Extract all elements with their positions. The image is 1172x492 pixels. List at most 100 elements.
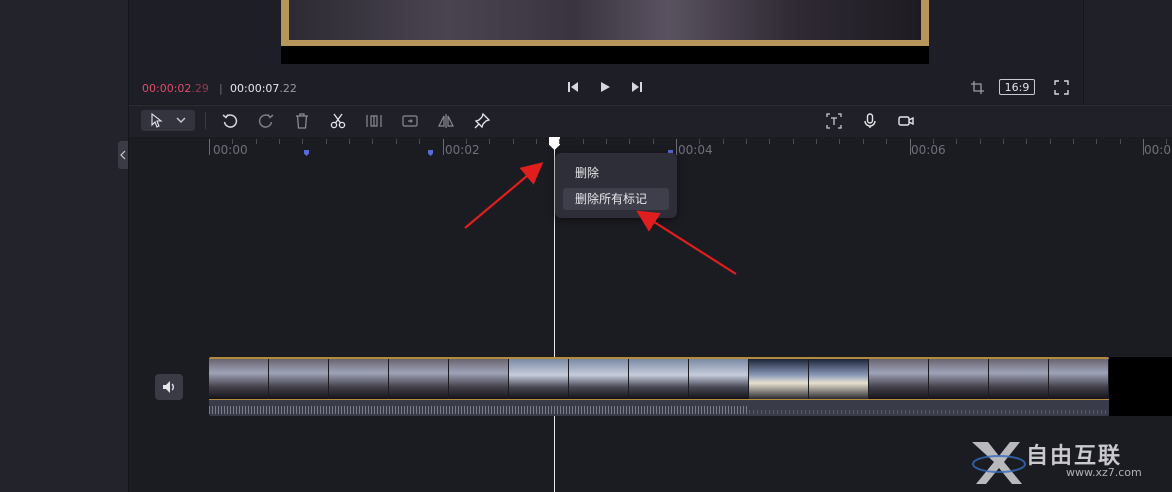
select-tool-dropdown[interactable] — [141, 110, 195, 131]
video-preview — [281, 0, 929, 64]
track-audio-button[interactable] — [155, 374, 183, 400]
clip-frame — [569, 359, 629, 399]
current-time-frac: .29 — [191, 82, 209, 95]
scissors-icon[interactable] — [329, 112, 347, 130]
text-recognition-icon[interactable] — [825, 112, 843, 130]
ruler-tick — [816, 139, 817, 144]
ruler-tick — [1003, 139, 1004, 144]
clip-frame — [749, 359, 809, 399]
play-icon[interactable] — [598, 80, 612, 94]
ruler-tick — [1073, 139, 1074, 144]
crop-icon[interactable] — [970, 80, 985, 95]
ruler-tick — [1096, 139, 1097, 144]
menu-item-delete-all-markers[interactable]: 删除所有标记 — [563, 188, 669, 210]
ruler-tick — [209, 139, 210, 155]
ruler-tick — [396, 139, 397, 144]
clip-frame — [989, 359, 1049, 399]
clip-frame — [869, 359, 929, 399]
split-icon[interactable] — [365, 112, 383, 130]
ruler-tick — [793, 139, 794, 144]
clip-frame — [1049, 359, 1109, 399]
clip-frame — [929, 359, 989, 399]
ruler-tick — [933, 139, 934, 144]
mirror-icon[interactable] — [437, 112, 455, 130]
ruler-tick — [1026, 139, 1027, 144]
ruler-tick — [746, 139, 747, 144]
current-time: 00:00:02.29 — [142, 82, 209, 95]
ruler-tick — [886, 139, 887, 144]
audio-waveform — [209, 400, 1109, 416]
ruler-label: 00:00 — [213, 143, 248, 157]
video-clip[interactable] — [209, 357, 1109, 416]
fullscreen-icon[interactable] — [1054, 80, 1069, 95]
skip-back-icon[interactable] — [566, 80, 580, 94]
ruler-tick — [536, 139, 537, 144]
ruler-tick — [910, 139, 911, 155]
marker-pin-icon[interactable] — [473, 112, 491, 130]
ruler-label: 00:02 — [445, 143, 480, 157]
total-time-main: 00:00:07 — [230, 82, 280, 95]
ruler-tick — [256, 139, 257, 144]
ruler-tick — [349, 139, 350, 144]
ruler-label: 00:08 — [1144, 143, 1172, 157]
total-time: 00:00:07.22 — [230, 82, 297, 95]
ruler-tick — [769, 139, 770, 144]
clip-frame — [329, 359, 389, 399]
ruler-tick — [1120, 139, 1121, 144]
ruler-tick — [232, 139, 233, 144]
ruler-label: 00:04 — [678, 143, 713, 157]
clip-frame — [269, 359, 329, 399]
clip-frame — [509, 359, 569, 399]
clip-frame — [389, 359, 449, 399]
menu-item-delete[interactable]: 删除 — [563, 162, 669, 184]
camera-record-icon[interactable] — [897, 112, 915, 130]
ruler-tick — [723, 139, 724, 144]
ruler-tick — [606, 139, 607, 144]
ruler-label: 00:06 — [911, 143, 946, 157]
undo-icon[interactable] — [221, 112, 239, 130]
current-time-main: 00:00:02 — [142, 82, 192, 95]
ruler-tick — [372, 139, 373, 144]
ruler-tick — [956, 139, 957, 144]
video-frame-border — [921, 0, 929, 46]
aspect-ratio-button[interactable]: 16:9 — [999, 79, 1035, 95]
left-panel — [0, 0, 129, 492]
toolbar-divider — [205, 112, 206, 129]
microphone-icon[interactable] — [861, 112, 879, 130]
clip-frame — [689, 359, 749, 399]
clip-thumbnails — [209, 357, 1109, 400]
watermark-url: www.xz7.com — [1066, 466, 1142, 479]
speaker-icon — [163, 381, 174, 393]
watermark-logo — [972, 442, 1026, 484]
clip-frame — [209, 359, 269, 399]
ruler-tick — [1166, 139, 1167, 144]
video-image — [289, 0, 921, 46]
clip-frame — [629, 359, 689, 399]
ruler-tick — [1050, 139, 1051, 144]
timeline-toolbar — [129, 105, 1172, 138]
total-time-frac: .22 — [279, 82, 297, 95]
ruler-tick — [1143, 139, 1144, 155]
rotate-clip-icon[interactable] — [401, 112, 419, 130]
ruler-tick — [863, 139, 864, 144]
delete-icon[interactable] — [293, 112, 311, 130]
context-menu: 删除 删除所有标记 — [555, 153, 677, 218]
skip-forward-icon[interactable] — [630, 80, 644, 94]
ruler-tick — [513, 139, 514, 144]
ruler-tick — [653, 139, 654, 144]
collapse-panel-button[interactable] — [118, 141, 128, 169]
ruler-tick — [676, 139, 677, 155]
ruler-tick — [839, 139, 840, 144]
video-frame-border — [281, 0, 289, 46]
ruler-tick — [326, 139, 327, 144]
clip-frame — [809, 359, 869, 399]
redo-icon[interactable] — [257, 112, 275, 130]
cursor-icon — [151, 113, 163, 128]
ruler-tick — [629, 139, 630, 144]
ruler-tick — [279, 139, 280, 144]
ruler-tick — [419, 139, 420, 144]
ruler-tick — [980, 139, 981, 144]
ruler-tick — [302, 139, 303, 144]
chevron-down-icon — [176, 117, 186, 123]
ruler-tick — [699, 139, 700, 144]
